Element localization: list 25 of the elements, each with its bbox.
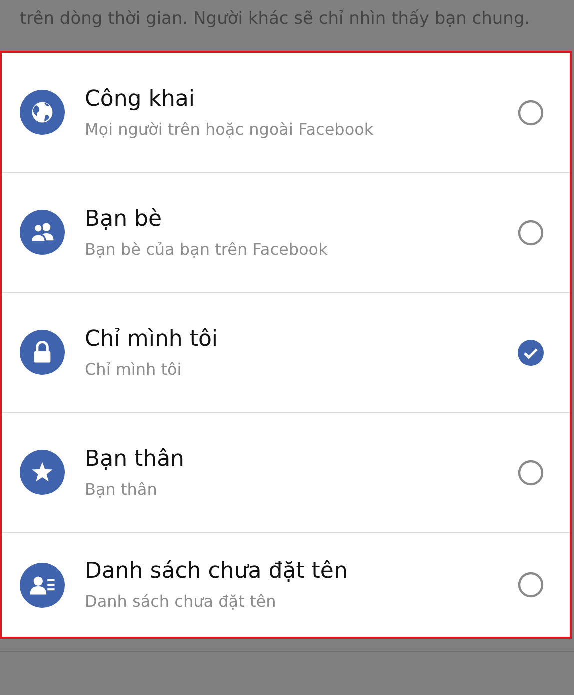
privacy-option[interactable]: Công khai Mọi người trên hoặc ngoài Facebook xyxy=(2,53,570,173)
option-title: Chỉ mình tôi xyxy=(85,326,220,352)
privacy-option[interactable]: Danh sách chưa đặt tên Danh sách chưa đặt tên xyxy=(2,533,570,637)
option-title: Danh sách chưa đặt tên xyxy=(85,559,349,584)
option-description: Danh sách chưa đặt tên xyxy=(85,592,278,611)
option-description: Chỉ mình tôi xyxy=(85,360,183,378)
lock-icon xyxy=(20,330,65,375)
option-title: Bạn bè xyxy=(85,206,164,232)
privacy-option[interactable]: Bạn bè Bạn bè của bạn trên Facebook xyxy=(2,173,570,293)
contact-list-icon xyxy=(20,562,65,608)
option-description: Bạn thân xyxy=(85,480,158,498)
option-title: Bạn thân xyxy=(85,446,186,472)
privacy-option[interactable]: Chỉ mình tôi Chỉ mình tôi xyxy=(2,293,570,413)
option-title: Công khai xyxy=(85,86,196,112)
people-icon xyxy=(20,210,65,255)
radio-checked-icon[interactable] xyxy=(518,340,544,366)
option-description: Bạn bè của bạn trên Facebook xyxy=(85,240,329,258)
intro-text: trên dòng thời gian. Người khác sẽ chỉ nhìn thấy bạn chung. xyxy=(20,9,530,29)
radio-button[interactable] xyxy=(518,100,544,126)
option-description: Mọi người trên hoặc ngoài Facebook xyxy=(85,120,375,138)
globe-icon xyxy=(20,90,65,135)
radio-button[interactable] xyxy=(518,220,544,246)
radio-button[interactable] xyxy=(518,460,544,486)
radio-button[interactable] xyxy=(518,572,544,598)
privacy-option[interactable]: Bạn thân Bạn thân xyxy=(2,413,570,533)
